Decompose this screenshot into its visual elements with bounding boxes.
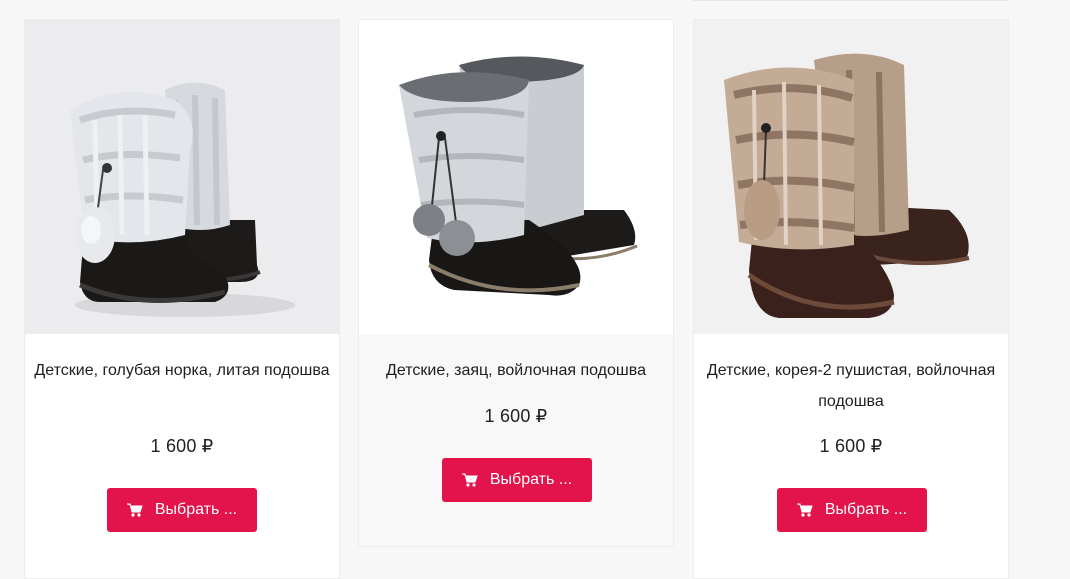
product-image[interactable] <box>359 20 673 334</box>
select-button[interactable]: Выбрать ... <box>107 488 257 532</box>
product-image[interactable] <box>694 20 1008 334</box>
select-button[interactable]: Выбрать ... <box>777 488 927 532</box>
select-button-label: Выбрать ... <box>154 501 238 518</box>
product-price: 1 600 ₽ <box>819 436 883 456</box>
cart-icon <box>461 473 478 487</box>
product-price: 1 600 ₽ <box>150 436 214 456</box>
select-button-label: Выбрать ... <box>489 471 573 488</box>
product-card: Детские, корея-2 пушистая, войлочная под… <box>693 19 1009 579</box>
boot-photo <box>724 53 970 318</box>
product-title[interactable]: Детские, голубая норка, литая подошва <box>25 355 339 386</box>
product-image[interactable] <box>25 20 339 334</box>
product-card: Детские, голубая норка, литая подошва 1 … <box>24 19 340 579</box>
product-price: 1 600 ₽ <box>484 406 548 426</box>
top-divider <box>693 0 1009 1</box>
select-button[interactable]: Выбрать ... <box>442 458 592 502</box>
product-title[interactable]: Детские, корея-2 пушистая, войлочная под… <box>694 355 1008 417</box>
boot-photo <box>70 82 295 317</box>
cart-icon <box>126 503 143 517</box>
product-card: Детские, заяц, войлочная подошва 1 600 ₽… <box>358 19 674 547</box>
cart-icon <box>796 503 813 517</box>
boot-photo <box>399 56 638 296</box>
select-button-label: Выбрать ... <box>824 501 908 518</box>
product-title[interactable]: Детские, заяц, войлочная подошва <box>359 355 673 386</box>
